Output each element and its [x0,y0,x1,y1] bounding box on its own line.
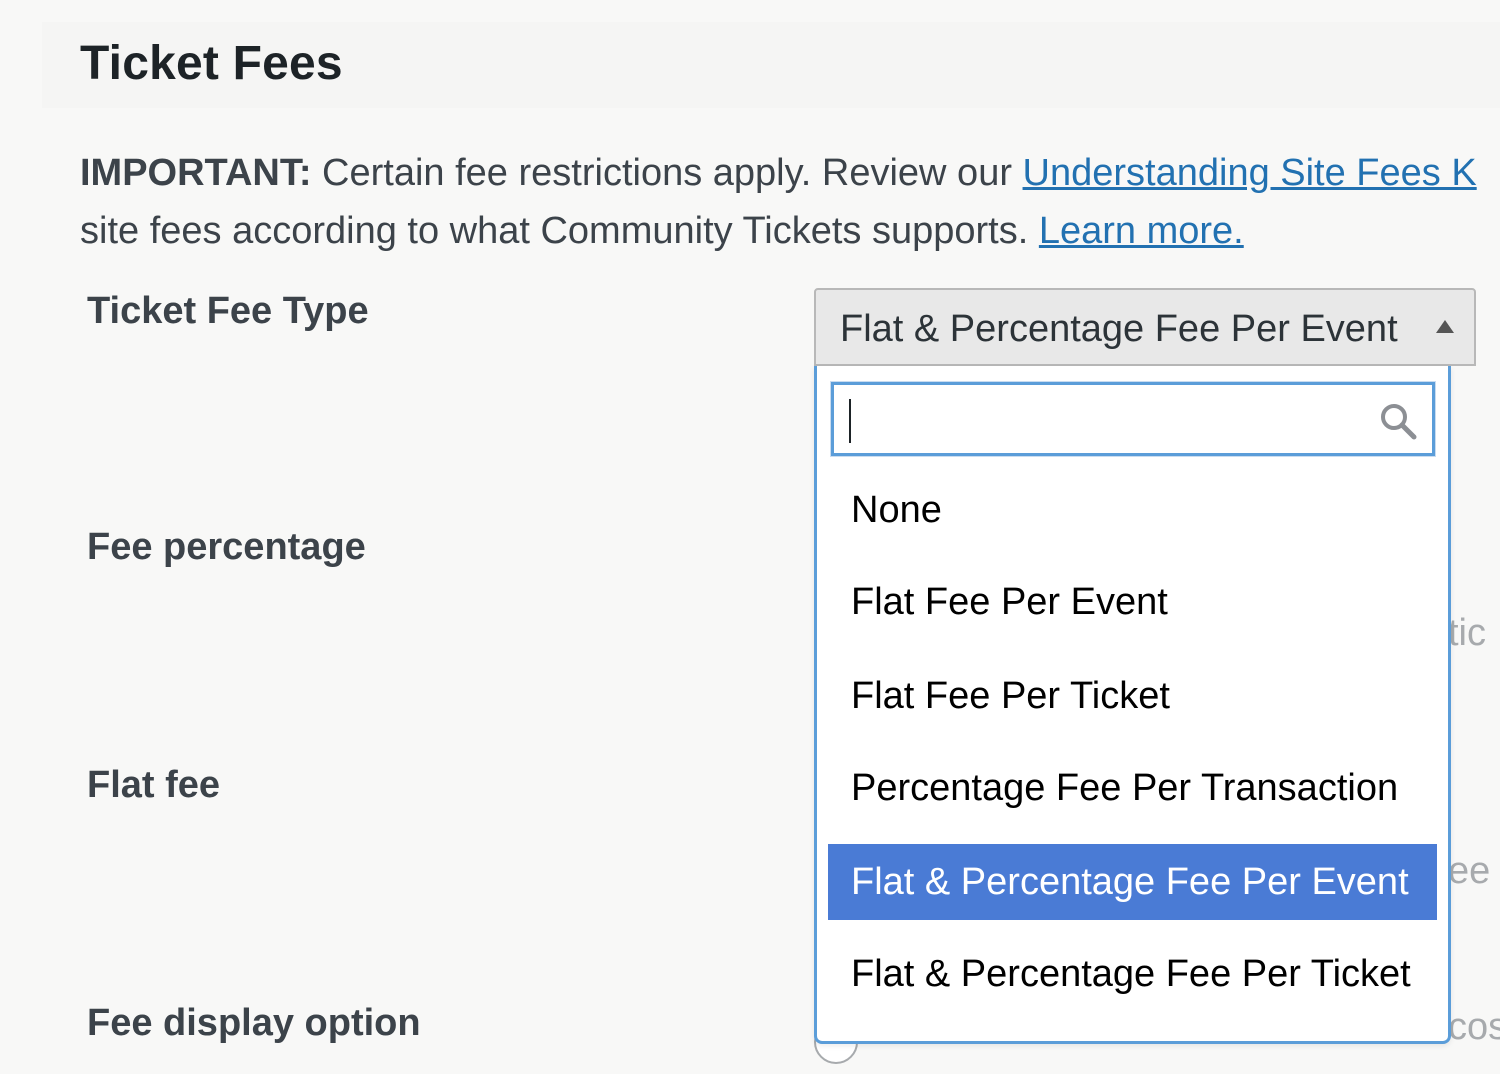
dropdown-search-field[interactable] [831,382,1435,456]
dropdown-option-percentage-fee-per-transaction[interactable]: Percentage Fee Per Transaction [828,750,1437,826]
obscured-description-text: ee [1448,850,1491,892]
text-caret [849,399,851,443]
dropdown-option-flat-percentage-per-event[interactable]: Flat & Percentage Fee Per Event [828,844,1437,920]
flat-fee-label: Flat fee [87,764,221,806]
select-selected-value: Flat & Percentage Fee Per Event [840,308,1398,350]
fee-percentage-label: Fee percentage [87,526,366,568]
notice-text: Certain fee restrictions apply. Review o… [311,152,1023,194]
ticket-fees-settings-page: Ticket Fees IMPORTANT: Certain fee restr… [0,0,1500,1074]
dropdown-option-none[interactable]: None [828,472,1437,548]
understanding-site-fees-link[interactable]: Understanding Site Fees K [1023,152,1477,194]
ticket-fee-type-select[interactable]: Flat & Percentage Fee Per Event [814,288,1476,366]
notice-important-label: IMPORTANT: [80,152,312,194]
dropdown-search-input[interactable] [844,391,1368,449]
notice-text-line2: site fees according to what Community Ti… [80,210,1039,252]
ticket-fee-type-label: Ticket Fee Type [87,290,369,332]
search-icon [1381,404,1417,440]
section-title: Ticket Fees [80,37,343,90]
dropdown-option-flat-fee-per-event[interactable]: Flat Fee Per Event [828,564,1437,640]
chevron-up-icon [1436,320,1454,333]
obscured-description-text: tic [1448,612,1486,654]
learn-more-link[interactable]: Learn more. [1039,210,1244,252]
fee-notice: IMPORTANT: Certain fee restrictions appl… [80,144,1500,260]
dropdown-option-flat-percentage-per-ticket[interactable]: Flat & Percentage Fee Per Ticket [828,936,1437,1012]
select-dropdown: None Flat Fee Per Event Flat Fee Per Tic… [814,366,1451,1044]
dropdown-option-flat-fee-per-ticket[interactable]: Flat Fee Per Ticket [828,658,1437,734]
obscured-description-text: cos [1448,1006,1500,1048]
fee-display-option-label: Fee display option [87,1002,421,1044]
